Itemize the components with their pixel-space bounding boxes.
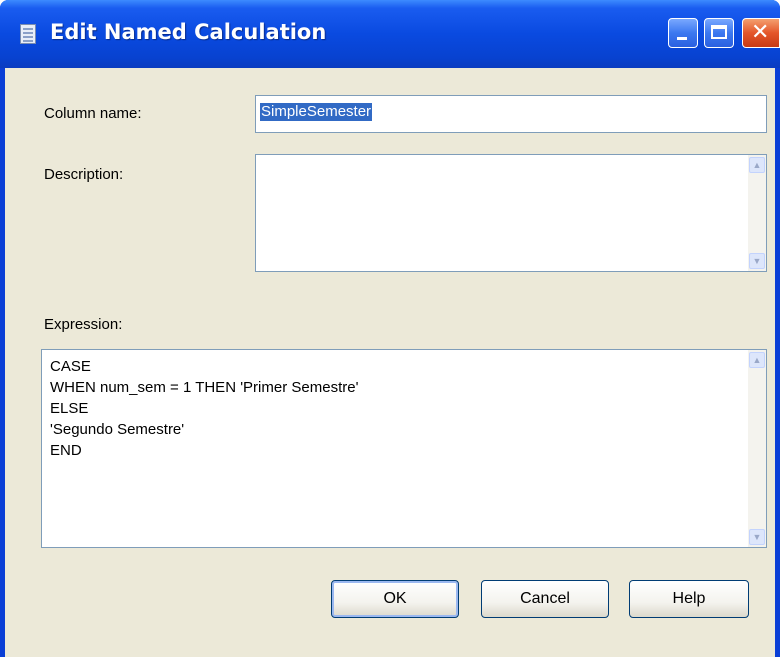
column-name-input[interactable]: SimpleSemester — [255, 95, 767, 133]
help-button[interactable]: Help — [629, 580, 749, 618]
expression-textarea[interactable]: CASE WHEN num_sem = 1 THEN 'Primer Semes… — [41, 349, 767, 548]
close-button[interactable]: ✕ — [742, 18, 780, 48]
description-textarea[interactable]: ▲ ▼ — [255, 154, 767, 272]
title-bar[interactable]: Edit Named Calculation ✕ — [0, 0, 780, 68]
expression-label: Expression: — [44, 316, 123, 333]
expression-text: CASE WHEN num_sem = 1 THEN 'Primer Semes… — [50, 358, 359, 459]
column-name-value: SimpleSemester — [260, 103, 373, 121]
minimize-icon — [677, 37, 687, 40]
cancel-button[interactable]: Cancel — [481, 580, 609, 618]
scroll-down-arrow-icon[interactable]: ▼ — [749, 529, 765, 545]
scroll-up-arrow-icon[interactable]: ▲ — [749, 157, 765, 173]
expression-scrollbar[interactable]: ▲ ▼ — [748, 350, 766, 547]
dialog-title: Edit Named Calculation — [50, 20, 327, 44]
scroll-up-arrow-icon[interactable]: ▲ — [749, 352, 765, 368]
description-scrollbar[interactable]: ▲ ▼ — [748, 155, 766, 271]
minimize-button[interactable] — [668, 18, 698, 48]
edit-named-calculation-dialog: Edit Named Calculation ✕ Column name: Si… — [0, 0, 780, 657]
close-icon: ✕ — [751, 20, 770, 45]
table-icon — [20, 24, 36, 44]
maximize-icon — [711, 25, 727, 39]
maximize-button[interactable] — [704, 18, 734, 48]
description-label: Description: — [44, 166, 124, 183]
ok-button[interactable]: OK — [331, 580, 459, 618]
dialog-body: Column name: SimpleSemester Description:… — [5, 68, 775, 657]
column-name-label: Column name: — [44, 105, 142, 122]
scroll-down-arrow-icon[interactable]: ▼ — [749, 253, 765, 269]
